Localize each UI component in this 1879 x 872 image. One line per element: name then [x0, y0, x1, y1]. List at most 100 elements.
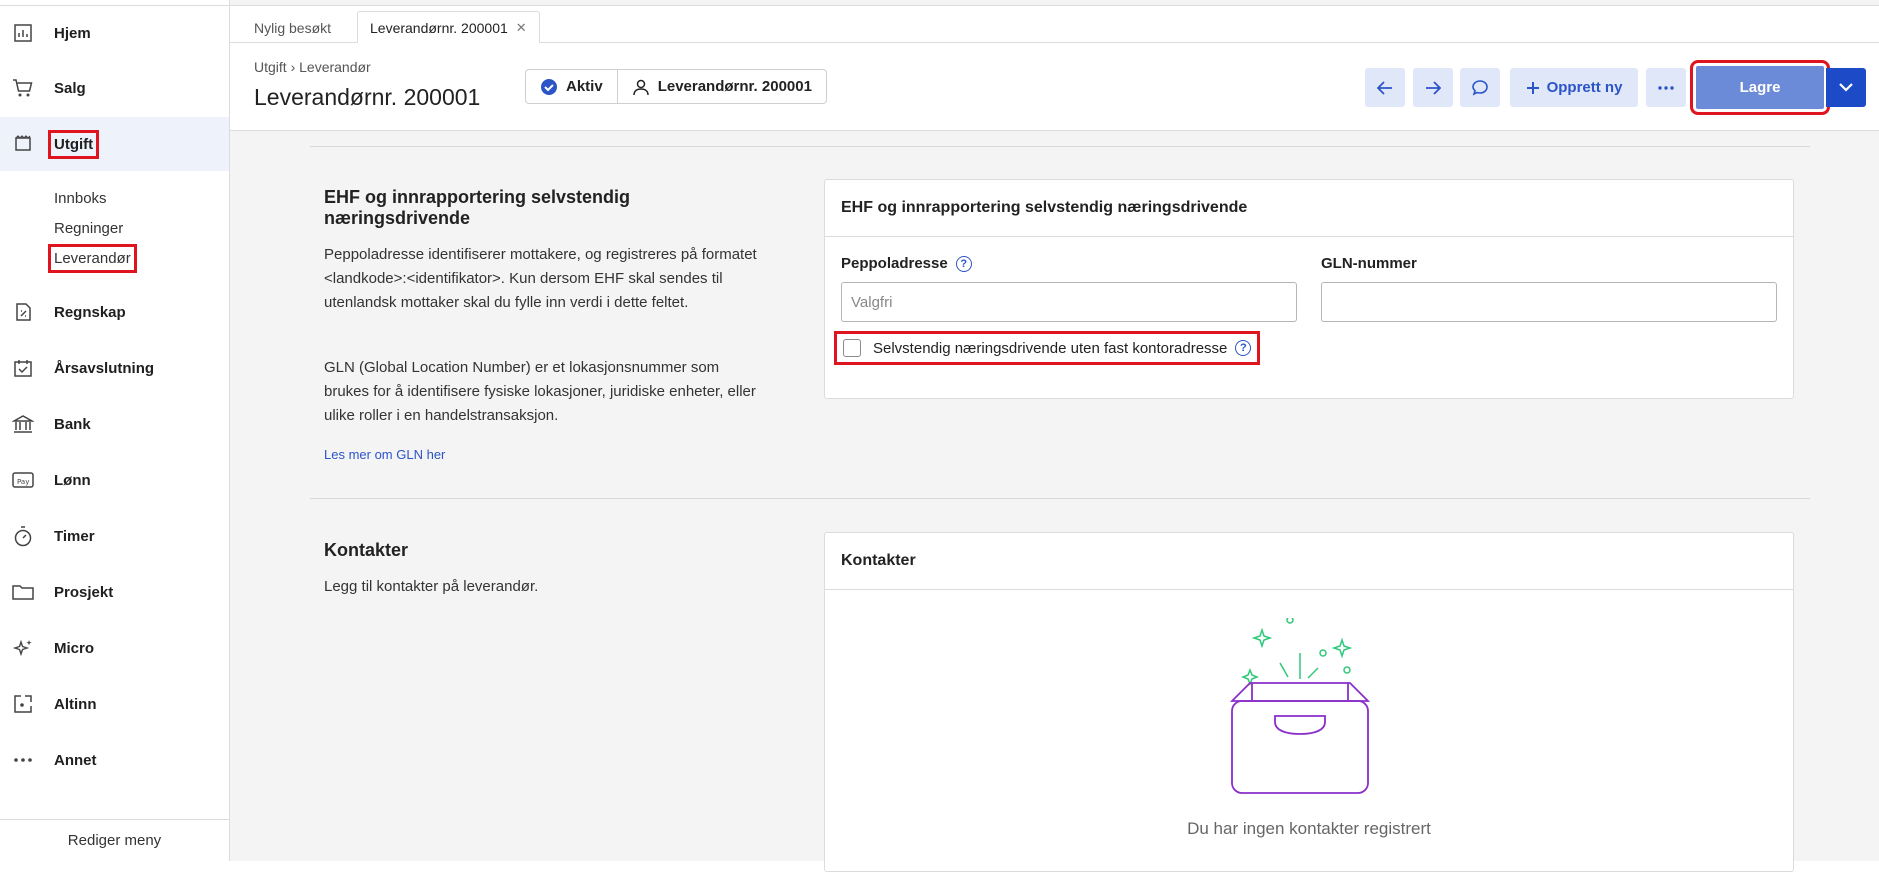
sidebar-item-label: Bank [54, 415, 91, 433]
more-options-button[interactable] [1646, 68, 1686, 107]
main-area: Nylig besøkt Leverandørnr. 200001 ✕ Utgi… [230, 0, 1879, 872]
sidebar-item-arsavslutning[interactable]: Årsavslutning [0, 341, 229, 395]
sidebar-item-label: Timer [54, 527, 95, 545]
peppol-input[interactable] [841, 282, 1297, 322]
self-employed-checkbox[interactable] [843, 339, 861, 357]
edit-menu-label: Rediger meny [67, 832, 162, 849]
sidebar-subitem-leverandor[interactable]: Leverandør [48, 244, 137, 273]
sparkle-icon [12, 637, 34, 659]
create-new-label: Opprett ny [1546, 79, 1623, 96]
chevron-down-icon [1839, 83, 1853, 92]
ehf-section-title: EHF og innrapportering selvstendig nærin… [324, 187, 631, 228]
pay-icon: Pay [12, 469, 34, 491]
user-icon [632, 79, 649, 95]
sidebar-item-annet[interactable]: Annet [0, 733, 229, 787]
more-icon [1658, 85, 1674, 90]
sidebar: Hjem Salg Utgift Innboks Regninger Lever… [0, 0, 230, 861]
help-icon[interactable]: ? [1235, 340, 1252, 356]
sidebar-item-timer[interactable]: Timer [0, 509, 229, 563]
contacts-description: Legg til kontakter på leverandør. [324, 578, 539, 595]
sidebar-subitem-regninger[interactable]: Regninger [54, 220, 123, 237]
page-header: Utgift › Leverandør Leverandørnr. 200001… [230, 43, 1879, 131]
folder-icon [12, 581, 34, 603]
close-icon[interactable]: ✕ [516, 20, 527, 36]
check-circle-icon [541, 78, 557, 95]
sidebar-item-label: Hjem [54, 24, 91, 42]
sidebar-item-label: Lønn [54, 471, 91, 489]
contacts-card: Kontakter Du har ingen kontakter registr… [824, 532, 1794, 872]
create-new-button[interactable]: Opprett ny [1510, 68, 1638, 107]
bank-icon [12, 413, 34, 435]
sidebar-item-utgift[interactable]: Utgift [0, 117, 229, 171]
status-active[interactable]: Aktiv [526, 70, 617, 103]
help-icon[interactable]: ? [955, 255, 972, 272]
sidebar-item-lonn[interactable]: Pay Lønn [0, 453, 229, 507]
save-button[interactable]: Lagre [1690, 60, 1830, 115]
page-title: Leverandørnr. 200001 [254, 84, 481, 110]
empty-contacts-message: Du har ingen kontakter registrert [1187, 819, 1431, 838]
ledger-icon [12, 301, 34, 323]
gln-input[interactable] [1321, 282, 1777, 322]
peppol-field-label: Peppoladresse ? [841, 255, 972, 272]
status-box: Aktiv Leverandørnr. 200001 [525, 69, 827, 104]
sidebar-item-hjem[interactable]: Hjem [0, 6, 229, 60]
previous-button[interactable] [1365, 68, 1405, 107]
cart-icon [12, 77, 34, 99]
sidebar-item-label: Micro [54, 639, 95, 657]
supplier-badge[interactable]: Leverandørnr. 200001 [616, 70, 826, 103]
comment-button[interactable] [1460, 68, 1500, 107]
arrow-right-icon [1426, 80, 1441, 95]
more-icon [12, 749, 34, 771]
sidebar-item-micro[interactable]: Micro [0, 621, 229, 675]
tab-bar: Nylig besøkt Leverandørnr. 200001 ✕ [230, 5, 1879, 44]
stopwatch-icon [12, 525, 34, 547]
sidebar-item-label: Årsavslutning [54, 359, 155, 377]
sidebar-subitem-innboks[interactable]: Innboks [54, 190, 107, 207]
sidebar-item-label: Annet [54, 751, 97, 769]
sidebar-item-prosjekt[interactable]: Prosjekt [0, 565, 229, 619]
save-options-button[interactable] [1826, 68, 1866, 107]
sidebar-item-altinn[interactable]: Altinn [0, 677, 229, 731]
next-button[interactable] [1413, 68, 1453, 107]
tab-current-label: Leverandørnr. 200001 [370, 19, 508, 36]
sidebar-item-salg[interactable]: Salg [0, 61, 229, 115]
content-area: EHF og innrapportering selvstendig nærin… [230, 131, 1879, 872]
tab-current[interactable]: Leverandørnr. 200001 ✕ [357, 11, 540, 44]
edit-menu-button[interactable]: Rediger meny [0, 819, 229, 861]
tab-recent-label: Nylig besøkt [254, 19, 332, 36]
altinn-icon [12, 693, 34, 715]
breadcrumb[interactable]: Utgift › Leverandør [254, 59, 371, 75]
plus-icon [1526, 81, 1539, 94]
status-label: Aktiv [566, 78, 603, 95]
ehf-description-peppol: Peppoladresse identifiserer mottakere, o… [324, 246, 757, 311]
gln-field-label: GLN-nummer [1321, 255, 1417, 272]
receipt-icon [12, 133, 34, 155]
contacts-section-title: Kontakter [324, 540, 409, 560]
svg-text:Pay: Pay [17, 478, 29, 486]
sidebar-item-label: Regnskap [54, 303, 126, 321]
sidebar-item-label: Utgift [47, 129, 100, 159]
chart-icon [12, 22, 34, 44]
contacts-card-title: Kontakter [825, 533, 1793, 590]
sidebar-item-label: Prosjekt [54, 583, 114, 601]
arrow-left-icon [1377, 80, 1392, 95]
self-employed-label[interactable]: Selvstendig næringsdrivende uten fast ko… [873, 340, 1227, 357]
sidebar-item-label: Salg [54, 79, 86, 97]
sidebar-item-bank[interactable]: Bank [0, 397, 229, 451]
empty-box-illustration [1230, 618, 1371, 794]
comment-icon [1472, 79, 1488, 95]
section-divider [310, 146, 1810, 147]
ehf-description-gln: GLN (Global Location Number) er et lokas… [324, 359, 756, 424]
ehf-card: EHF og innrapportering selvstendig nærin… [824, 179, 1794, 399]
supplier-label: Leverandørnr. 200001 [657, 78, 812, 95]
gln-info-link[interactable]: Les mer om GLN her [324, 447, 445, 462]
sidebar-item-label: Altinn [54, 695, 97, 713]
section-divider [310, 498, 1810, 499]
peppol-label-text: Peppoladresse [841, 255, 948, 272]
gln-label-text: GLN-nummer [1321, 255, 1417, 272]
sidebar-item-regnskap[interactable]: Regnskap [0, 285, 229, 339]
ehf-card-title: EHF og innrapportering selvstendig nærin… [825, 180, 1793, 237]
self-employed-row: Selvstendig næringsdrivende uten fast ko… [833, 331, 1261, 365]
save-label: Lagre [1739, 79, 1781, 96]
tab-recent[interactable]: Nylig besøkt [254, 11, 331, 44]
